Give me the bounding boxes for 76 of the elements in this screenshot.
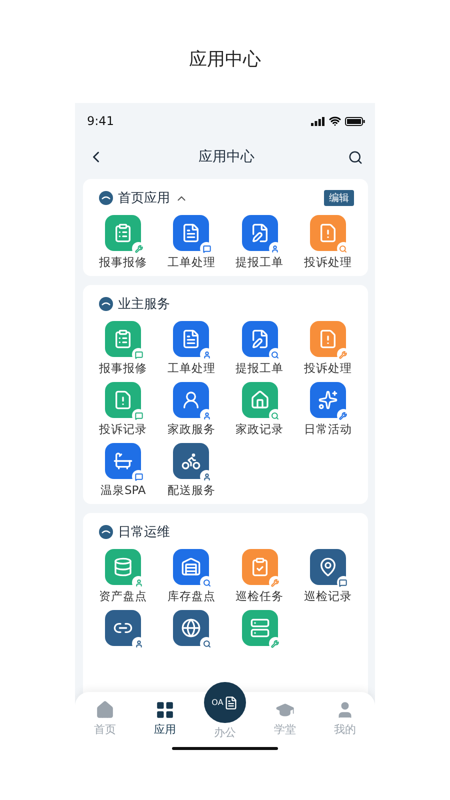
wifi-icon [329,115,341,127]
database-icon [113,557,134,577]
badge-icon [202,350,211,358]
document-icon [318,223,338,243]
section-title: 业主服务 [118,296,170,313]
app-label: 资产盘点 [99,589,148,604]
badge-icon [271,350,280,358]
server-icon [250,618,270,638]
app-label: 提报工单 [236,255,284,270]
app-label: 工单处理 [167,361,216,376]
badge-icon [134,244,143,252]
edit-button[interactable]: 编辑 [324,190,354,206]
status-time: 9:41 [87,114,114,128]
badge-icon [202,640,211,648]
badge-icon [134,350,143,358]
app-label: 工单处理 [167,255,216,270]
tab[interactable]: 应用 [135,700,195,740]
person-icon [181,390,202,410]
app-label: 家政服务 [167,422,216,437]
app-label: 日常活动 [304,422,352,437]
app-label: 报事报修 [99,361,148,376]
document-icon [181,329,202,349]
clipboard-icon [113,329,134,349]
badge-icon [339,350,348,358]
badge-icon [339,578,348,586]
document-edit-icon [250,329,270,349]
map-pin-icon [318,557,338,577]
badge-icon [134,472,143,480]
grid-icon [155,700,175,720]
badge-icon [134,578,143,586]
badge-icon [339,244,348,252]
badge-icon [202,244,211,252]
app-label: 巡检任务 [236,589,284,604]
office-tab[interactable]: OA 办公 [195,682,255,740]
section-icon [99,191,113,205]
app-label: 家政记录 [236,422,284,437]
app-label: 提报工单 [236,361,284,376]
document-icon [181,223,202,243]
app-label: 报事报修 [99,255,148,270]
badge-icon [202,412,211,420]
badge-icon [271,578,280,586]
app-label: 配送服务 [167,483,216,498]
battery-icon [345,116,365,126]
signal-icon [311,116,325,126]
section-icon [99,525,113,539]
badge-icon [134,640,143,648]
badge-icon [134,412,143,420]
page-title: 应用中心 [189,48,261,72]
house-icon [95,700,115,720]
section-title: 日常运维 [118,524,170,541]
document-icon [318,329,338,349]
app-label: 投诉处理 [304,361,352,376]
badge-icon [339,412,348,420]
document-icon [224,696,238,710]
clipboard-icon [113,223,134,243]
house-icon [250,390,270,410]
badge-icon [202,578,211,586]
section-title: 首页应用 [118,190,170,207]
app-label: 投诉记录 [99,422,148,437]
badge-icon [271,640,280,648]
warehouse-icon [181,557,202,577]
clipboard-icon [250,557,270,577]
document-edit-icon [250,223,270,243]
badge-icon [271,412,280,420]
search-icon[interactable] [348,150,363,164]
badge-icon [271,244,280,252]
app-label: 投诉处理 [304,255,352,270]
oa-text: OA [212,698,224,707]
badge-icon [202,472,211,480]
nav-title: 应用中心 [198,148,254,166]
section-icon [99,297,113,311]
globe-icon [181,618,202,638]
app-label: 巡检记录 [304,589,352,604]
app-label: 温泉SPA [100,483,146,498]
warning-document-icon [113,390,134,410]
app-label: 库存盘点 [167,589,216,604]
